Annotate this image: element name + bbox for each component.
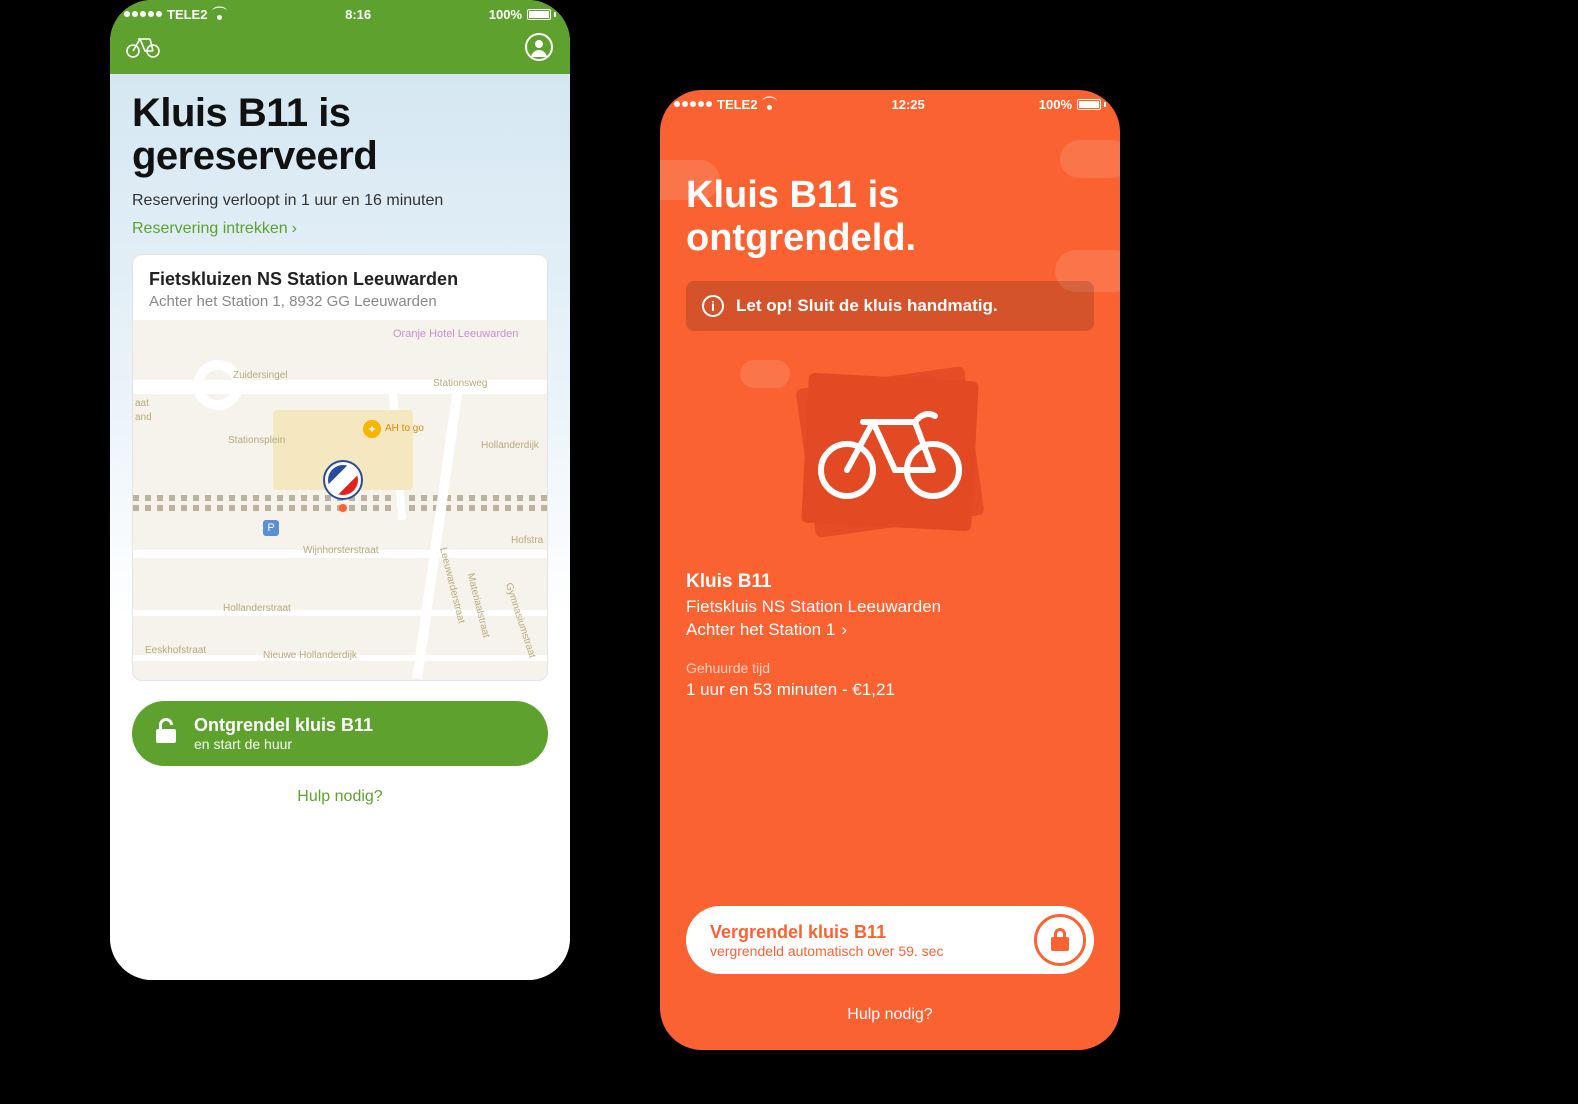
alert-text: Let op! Sluit de kluis handmatig.	[736, 296, 998, 316]
lock-button-title: Vergrendel kluis B11	[710, 922, 943, 943]
clock-label: 12:25	[891, 97, 924, 112]
help-link[interactable]: Hulp nodig?	[660, 1006, 1120, 1024]
rented-time-label: Gehuurde tijd	[686, 660, 1094, 676]
map-label: Oranje Hotel Leeuwarden	[393, 328, 518, 340]
phone-unlocked: TELE2 12:25 100% Kluis B11 is ontgrendel…	[660, 90, 1120, 1050]
unlock-icon	[154, 717, 178, 750]
status-bar: TELE2 12:25 100%	[660, 90, 1120, 114]
lock-button[interactable]: Vergrendel kluis B11 vergrendeld automat…	[686, 906, 1094, 974]
status-bar: TELE2 8:16 100%	[110, 0, 570, 24]
carrier-label: TELE2	[167, 7, 207, 22]
chevron-right-icon: ›	[841, 620, 847, 640]
bike-illustration	[795, 367, 985, 537]
help-link[interactable]: Hulp nodig?	[132, 766, 548, 832]
location-address: Achter het Station 1, 8932 GG Leeuwarden	[149, 293, 531, 310]
chevron-right-icon: ›	[292, 220, 297, 238]
alert-banner: i Let op! Sluit de kluis handmatig.	[686, 281, 1094, 331]
cancel-reservation-link[interactable]: Reservering intrekken ›	[132, 220, 548, 238]
unlock-button-subtitle: en start de huur	[194, 736, 373, 752]
map-label: aat	[135, 398, 149, 409]
map-label: Hollanderdijk	[481, 440, 539, 451]
battery-label: 100%	[1039, 97, 1072, 112]
map-label: and	[135, 412, 152, 423]
page-title: Kluis B11 is ontgrendeld.	[686, 174, 1094, 259]
rented-time-value: 1 uur en 53 minuten - €1,21	[686, 680, 1094, 700]
map-label: Wijnhorsterstraat	[303, 545, 379, 556]
locker-location: Fietskluis NS Station Leeuwarden	[686, 597, 1094, 617]
wifi-icon	[212, 8, 227, 20]
bike-icon[interactable]	[126, 36, 160, 63]
battery-label: 100%	[489, 7, 522, 22]
locker-info: Kluis B11 Fietskluis NS Station Leeuward…	[686, 571, 1094, 700]
map-label: Nieuwe Hollanderdijk	[263, 650, 357, 661]
map-label: Hollanderstraat	[223, 603, 291, 614]
clock-label: 8:16	[345, 7, 371, 22]
profile-icon[interactable]	[524, 32, 554, 67]
cancel-reservation-label: Reservering intrekken	[132, 220, 288, 238]
map-label: Materiaalstraat	[465, 572, 492, 639]
map-label: Zuidersingel	[233, 370, 287, 381]
wifi-icon	[762, 98, 777, 110]
location-card: Fietskluizen NS Station Leeuwarden Achte…	[132, 254, 548, 681]
signal-dots-icon	[124, 11, 162, 17]
map-label: Hofstra	[511, 535, 543, 546]
info-icon: i	[702, 295, 724, 317]
battery-icon	[527, 9, 556, 20]
nav-bar	[110, 24, 570, 74]
locker-name: Kluis B11	[686, 571, 1094, 593]
page-title: Kluis B11 is gereserveerd	[132, 92, 548, 178]
carrier-label: TELE2	[717, 97, 757, 112]
lock-icon	[1034, 914, 1086, 966]
map-view[interactable]: Oranje Hotel Leeuwarden Zuidersingel Sta…	[133, 320, 547, 680]
map-label: AH to go	[385, 423, 424, 434]
map-label: Stationsplein	[228, 435, 285, 446]
bike-icon	[815, 392, 965, 502]
locker-address-link[interactable]: Achter het Station 1 ›	[686, 620, 1094, 640]
unlock-button[interactable]: Ontgrendel kluis B11 en start de huur	[132, 701, 548, 766]
parking-icon: P	[263, 520, 279, 536]
unlock-button-title: Ontgrendel kluis B11	[194, 715, 373, 736]
battery-icon	[1077, 99, 1106, 110]
map-pin-icon	[323, 460, 363, 500]
map-label: Gymnasiumstraat	[503, 582, 538, 660]
locker-address: Achter het Station 1	[686, 620, 835, 640]
map-label: Stationsweg	[433, 378, 487, 389]
signal-dots-icon	[674, 101, 712, 107]
map-label: Eeskhofstraat	[145, 645, 206, 656]
phone-reserved: TELE2 8:16 100% Kluis B11 is gereserveer…	[110, 0, 570, 980]
lock-button-subtitle: vergrendeld automatisch over 59. sec	[710, 943, 943, 959]
location-title: Fietskluizen NS Station Leeuwarden	[149, 269, 531, 290]
reservation-expiry: Reservering verloopt in 1 uur en 16 minu…	[132, 192, 548, 210]
